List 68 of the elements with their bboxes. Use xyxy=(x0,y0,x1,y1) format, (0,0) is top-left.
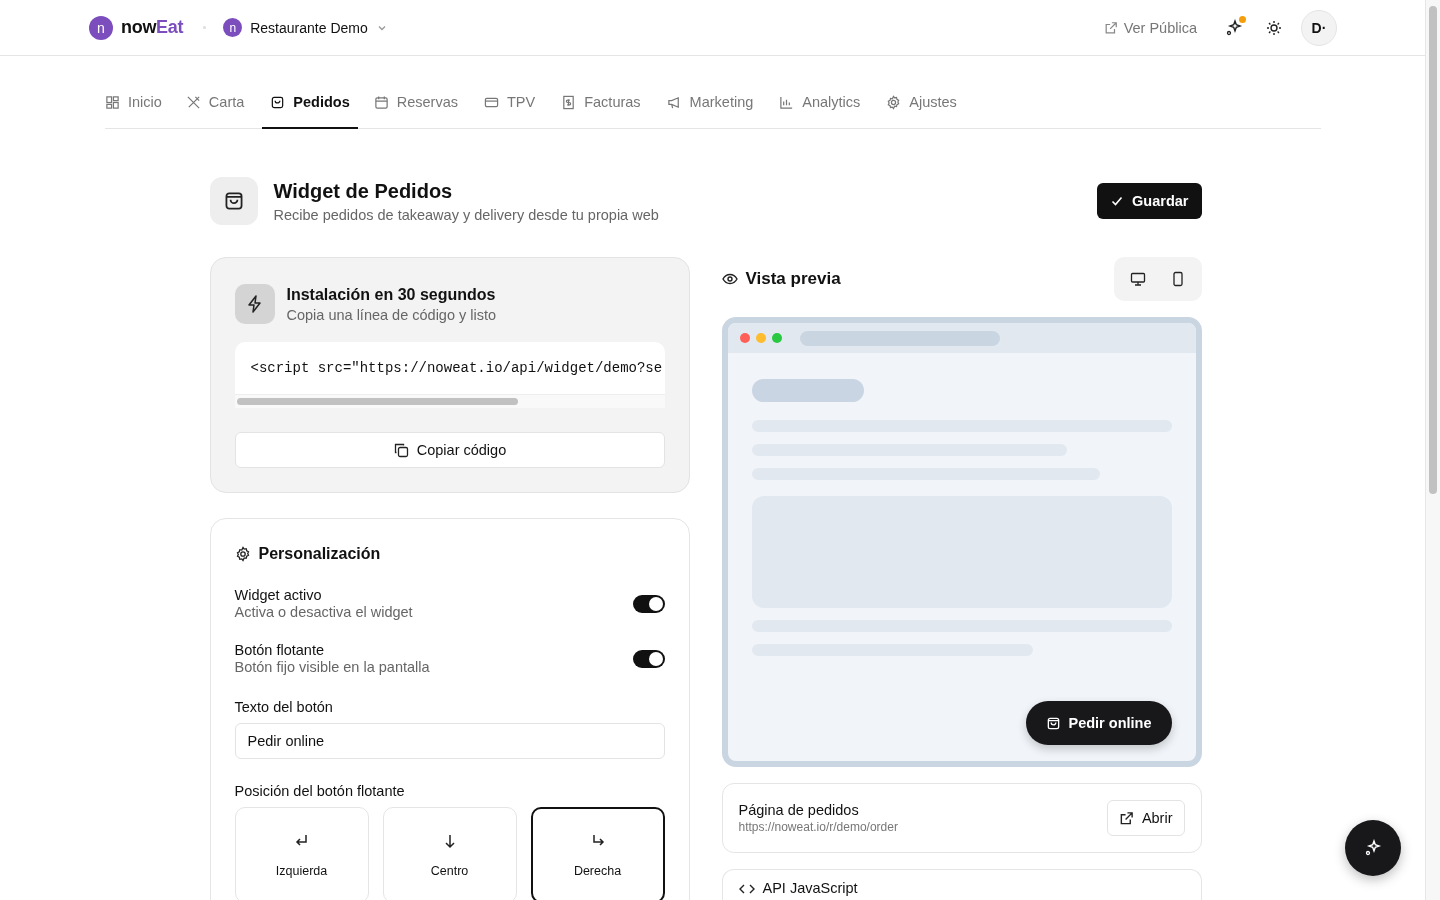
public-link[interactable]: Ver Pública xyxy=(1103,19,1197,36)
toggle-switch[interactable] xyxy=(632,649,665,668)
nav-tab[interactable]: Reservas xyxy=(373,80,458,129)
settings-icon xyxy=(234,546,251,562)
position-option[interactable]: Izquierda xyxy=(234,807,369,900)
setting-label: Widget activo xyxy=(234,587,323,603)
scrollbar-thumb[interactable] xyxy=(1429,6,1437,494)
nav-tab[interactable]: Ajustes xyxy=(886,80,957,129)
nav-tab[interactable]: Marketing xyxy=(666,80,754,129)
setting-description: Activa o desactiva el widget xyxy=(234,604,413,620)
external-link-icon xyxy=(1118,810,1134,826)
window-dot xyxy=(755,333,766,343)
bag-icon xyxy=(1045,715,1061,731)
bar-chart-icon xyxy=(779,94,795,110)
check-icon xyxy=(1110,194,1125,208)
logo-text: nowEat xyxy=(121,17,184,38)
field-label: Texto del botón xyxy=(234,699,334,715)
copy-icon xyxy=(392,442,409,458)
save-button[interactable]: Guardar xyxy=(1097,183,1202,219)
code-icon xyxy=(738,883,755,895)
field-label: Posición del botón flotante xyxy=(234,783,406,799)
position-option[interactable]: Derecha xyxy=(530,807,665,900)
open-button[interactable]: Abrir xyxy=(1106,800,1185,836)
megaphone-icon xyxy=(666,94,682,110)
order-online-button[interactable]: Pedir online xyxy=(1025,701,1172,745)
scrollbar-thumb[interactable] xyxy=(236,398,518,405)
order-page-title: Página de pedidos xyxy=(738,802,860,818)
logo-mark: n xyxy=(89,15,113,40)
code-snippet: <script src="https://noweat.io/api/widget/demo?se xyxy=(249,359,664,378)
api-title: API JavaScript xyxy=(762,880,858,896)
user-avatar[interactable]: D· xyxy=(1301,9,1337,46)
setting-description: Botón fijo visible en la pantalla xyxy=(234,659,430,675)
window-dot xyxy=(771,333,782,343)
window-dot xyxy=(739,333,750,343)
bag-icon xyxy=(270,94,286,110)
eye-icon xyxy=(721,271,738,287)
customization-title: Personalización xyxy=(258,545,381,563)
preview-title: Vista previa xyxy=(745,269,841,289)
calendar-icon xyxy=(373,94,389,110)
page-title: Widget de Pedidos xyxy=(273,179,454,203)
nav-tab[interactable]: Facturas xyxy=(561,80,641,129)
sun-icon xyxy=(1266,19,1282,36)
sparkles-button[interactable] xyxy=(1345,820,1401,876)
button-text-field[interactable]: Pedir online xyxy=(234,723,665,759)
restaurant-selector[interactable]: n Restaurante Demo xyxy=(223,18,388,37)
nav-tab[interactable]: Carta xyxy=(185,80,245,129)
nav-tab[interactable]: Analytics xyxy=(779,80,861,129)
order-page-url: https://noweat.io/r/demo/order xyxy=(738,820,898,834)
grid-icon xyxy=(105,94,120,110)
receipt-icon xyxy=(561,94,577,110)
install-title: Instalación en 30 segundos xyxy=(286,285,497,304)
monitor-icon xyxy=(1129,271,1146,287)
nav-tab[interactable]: Inicio xyxy=(105,80,162,129)
install-subtitle: Copia una línea de código y listo xyxy=(286,306,497,323)
toggle-switch[interactable] xyxy=(632,594,665,613)
utensils-icon xyxy=(185,94,201,110)
copy-code-button[interactable]: Copiar código xyxy=(234,432,665,468)
sparkles-icon xyxy=(1364,839,1382,857)
bag-icon xyxy=(209,177,258,225)
page-subtitle: Recibe pedidos de takeaway y delivery desde tu propia web xyxy=(273,206,659,223)
lightning-icon xyxy=(234,284,275,324)
setting-label: Botón flotante xyxy=(234,642,325,658)
sparkles-icon xyxy=(1225,18,1243,37)
nav-tab[interactable]: Pedidos xyxy=(262,80,358,129)
nav-tab[interactable]: TPV xyxy=(484,80,536,129)
position-option[interactable]: Centro xyxy=(382,807,517,900)
external-link-icon xyxy=(1103,20,1118,35)
settings-icon xyxy=(886,94,902,110)
